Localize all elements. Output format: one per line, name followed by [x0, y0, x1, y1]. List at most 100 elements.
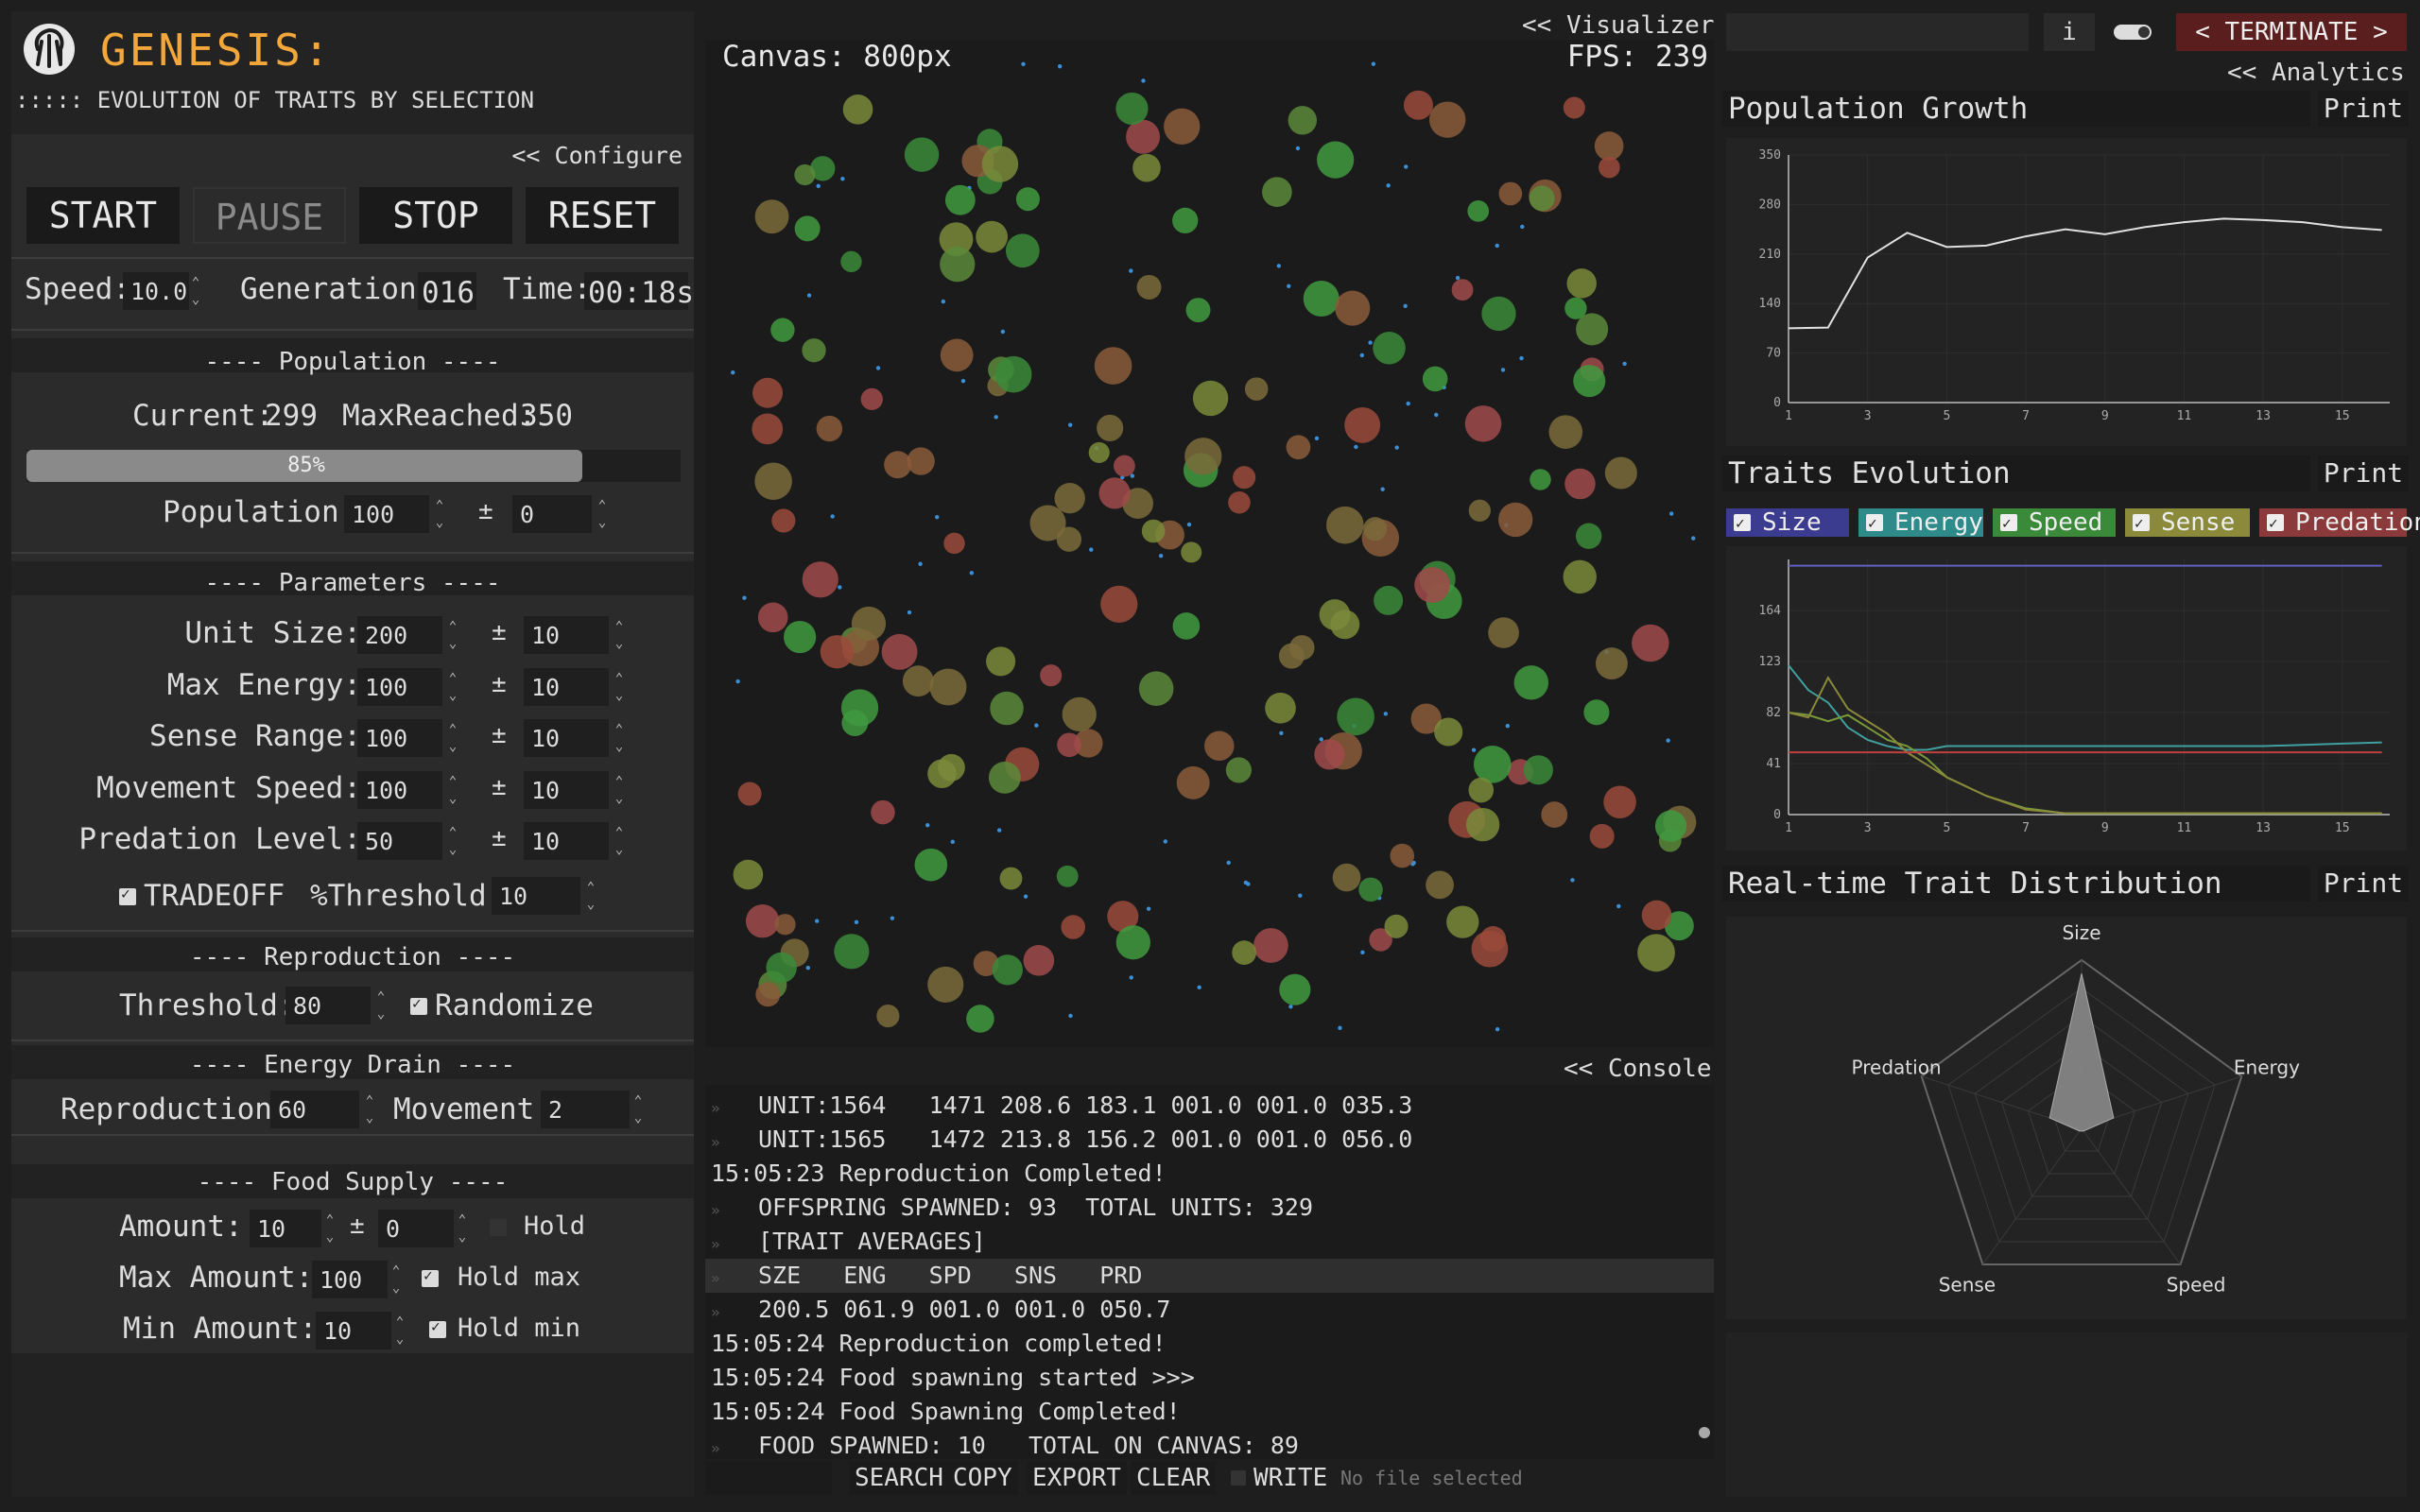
food-pellet [925, 823, 930, 828]
param-value-stepper[interactable]: ⌃ ⌄ [446, 618, 459, 656]
speed-input[interactable]: 10.0 [123, 272, 189, 310]
organism [1498, 181, 1523, 206]
traits-print-button[interactable]: Print [2318, 455, 2409, 491]
analytics-link[interactable]: << Analytics [2227, 59, 2405, 87]
param-var-stepper[interactable]: ⌃ ⌄ [613, 773, 626, 811]
food-pellet [840, 177, 845, 181]
param-var-stepper[interactable]: ⌃ ⌄ [613, 721, 626, 759]
population-var-input[interactable]: 0 [512, 495, 592, 533]
param-value-input[interactable]: 100 [357, 771, 442, 809]
threshold-input[interactable]: 10 [492, 877, 580, 915]
tradeoff-checkbox[interactable] [119, 885, 136, 905]
food-amount-input[interactable]: 10 [250, 1210, 321, 1247]
simulation-canvas[interactable]: Canvas: 800px FPS: 239 [705, 40, 1714, 1047]
console-output[interactable]: » UNIT:1564 1471 208.6 183.1 001.0 001.0 … [705, 1085, 1714, 1459]
param-var-stepper[interactable]: ⌃ ⌄ [613, 824, 626, 862]
param-value-stepper[interactable]: ⌃ ⌄ [446, 670, 459, 708]
console-scrollbar-thumb[interactable] [1699, 1427, 1710, 1438]
reproduction-threshold-stepper[interactable]: ⌃ ⌄ [374, 988, 388, 1026]
food-pellet [969, 571, 975, 576]
configure-link[interactable]: << Configure [511, 142, 683, 169]
hold-min-checkbox[interactable] [429, 1317, 446, 1338]
param-var-input[interactable]: 10 [524, 719, 609, 757]
trait-toggle-energy[interactable]: Energy [1858, 508, 1983, 538]
param-var-stepper[interactable]: ⌃ ⌄ [613, 670, 626, 708]
reproduction-drain-input[interactable]: 60 [270, 1091, 359, 1128]
food-max-stepper[interactable]: ⌃ ⌄ [389, 1263, 403, 1300]
food-max-label: Max Amount: [119, 1261, 314, 1295]
param-var-input[interactable]: 10 [524, 668, 609, 706]
traits-chart: 1 3 5 7 9 11 13 1504182123164 [1759, 559, 2390, 835]
speed-label: Speed: [25, 272, 130, 306]
hold-checkbox[interactable] [490, 1219, 507, 1236]
param-value-input[interactable]: 200 [357, 616, 442, 654]
organism [794, 215, 821, 242]
hold-max-checkbox[interactable] [422, 1266, 439, 1287]
stop-button[interactable]: STOP [359, 187, 512, 244]
visualizer-link[interactable]: << Visualizer [1522, 11, 1715, 40]
food-amount-var-stepper[interactable]: ⌃ ⌄ [456, 1211, 469, 1249]
param-var-input[interactable]: 10 [524, 771, 609, 809]
movement-drain-input[interactable]: 2 [541, 1091, 630, 1128]
organism [1181, 541, 1202, 563]
organism [1641, 900, 1672, 931]
food-pellet [1276, 264, 1282, 268]
analytics-search-input[interactable] [1726, 13, 2029, 51]
param-value-input[interactable]: 100 [357, 719, 442, 757]
food-amount-var-input[interactable]: 0 [378, 1210, 454, 1247]
clear-button[interactable]: CLEAR [1131, 1461, 1217, 1495]
reproduction-drain-stepper[interactable]: ⌃ ⌄ [363, 1092, 376, 1130]
trait-toggle-label: Predation [2295, 508, 2420, 537]
info-button[interactable]: i [2044, 13, 2095, 51]
threshold-stepper[interactable]: ⌃ ⌄ [584, 879, 597, 917]
organism [1337, 697, 1374, 736]
x-tick-label: 15 [2335, 409, 2350, 423]
radar-axis-label: Predation [1852, 1056, 1942, 1078]
distribution-print-button[interactable]: Print [2318, 866, 2409, 902]
food-pellet [1666, 738, 1670, 743]
param-value-input[interactable]: 50 [357, 822, 442, 860]
param-value-input[interactable]: 100 [357, 668, 442, 706]
population-stepper[interactable]: ⌃ ⌄ [433, 497, 446, 535]
food-pellet [935, 514, 940, 520]
start-button[interactable]: START [26, 187, 180, 244]
food-min-stepper[interactable]: ⌃ ⌄ [393, 1314, 406, 1351]
organism [770, 318, 795, 342]
randomize-checkbox[interactable] [410, 994, 427, 1015]
param-var-input[interactable]: 10 [524, 616, 609, 654]
console-search-input[interactable] [705, 1461, 832, 1495]
pause-button[interactable]: PAUSE [193, 187, 346, 244]
trait-toggle-sense[interactable]: Sense [2125, 508, 2250, 538]
x-tick-label: 5 [1943, 409, 1950, 423]
trait-toggle-predation[interactable]: Predation [2259, 508, 2420, 538]
food-amount-stepper[interactable]: ⌃ ⌄ [323, 1211, 337, 1249]
food-min-input[interactable]: 10 [316, 1312, 391, 1349]
food-supply-section-title: ---- Food Supply ---- [197, 1168, 509, 1196]
param-value-stepper[interactable]: ⌃ ⌄ [446, 773, 459, 811]
population-print-button[interactable]: Print [2318, 91, 2409, 127]
movement-drain-stepper[interactable]: ⌃ ⌄ [631, 1092, 645, 1130]
trait-toggle-speed[interactable]: Speed [1993, 508, 2116, 538]
trait-toggle-size[interactable]: Size [1726, 508, 1849, 538]
copy-button[interactable]: COPY [947, 1461, 1018, 1495]
food-max-input[interactable]: 100 [312, 1261, 388, 1298]
param-value-stepper[interactable]: ⌃ ⌄ [446, 721, 459, 759]
console-link[interactable]: << Console [1564, 1055, 1712, 1083]
search-button[interactable]: SEARCH [849, 1461, 949, 1495]
write-checkbox[interactable] [1231, 1470, 1246, 1486]
population-var-stepper[interactable]: ⌃ ⌄ [596, 497, 609, 535]
speed-stepper[interactable]: ⌃ ⌄ [189, 274, 202, 312]
current-value: 299 [265, 399, 318, 433]
param-value-stepper[interactable]: ⌃ ⌄ [446, 824, 459, 862]
terminate-button[interactable]: < TERMINATE > [2176, 13, 2407, 51]
population-input[interactable]: 100 [344, 495, 429, 533]
reset-button[interactable]: RESET [526, 187, 679, 244]
radar-chart: Size Energy Speed Sense Predation [1852, 921, 2301, 1297]
toggle-switch[interactable] [2114, 25, 2152, 40]
food-pellet [1287, 284, 1291, 288]
reproduction-threshold-input[interactable]: 80 [285, 987, 371, 1024]
organism [1184, 438, 1222, 475]
param-var-stepper[interactable]: ⌃ ⌄ [613, 618, 626, 656]
export-button[interactable]: EXPORT [1027, 1461, 1127, 1495]
param-var-input[interactable]: 10 [524, 822, 609, 860]
